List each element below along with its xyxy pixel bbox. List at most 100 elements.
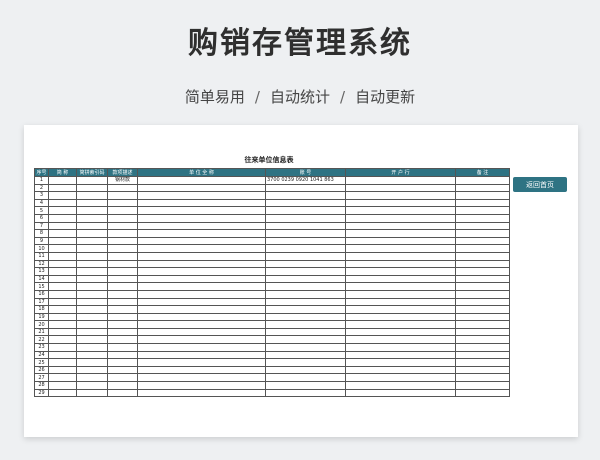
table-cell[interactable] — [107, 213, 138, 223]
table-cell[interactable] — [455, 388, 510, 398]
table-cell[interactable]: 23 — [34, 343, 49, 352]
table-cell[interactable] — [107, 350, 138, 360]
table-cell[interactable] — [455, 198, 510, 208]
table-cell[interactable] — [345, 358, 456, 367]
table-cell[interactable] — [265, 221, 346, 231]
table-cell[interactable] — [76, 176, 108, 185]
table-cell[interactable] — [48, 191, 77, 200]
table-cell[interactable] — [265, 267, 346, 276]
table-cell[interactable] — [455, 305, 510, 314]
table-cell[interactable] — [48, 350, 77, 360]
table-cell[interactable]: 9 — [34, 236, 49, 246]
table-cell[interactable]: 17 — [34, 297, 49, 307]
table-cell[interactable] — [265, 358, 346, 367]
table-cell[interactable] — [76, 251, 108, 261]
table-cell[interactable] — [48, 206, 77, 215]
table-cell[interactable] — [265, 206, 346, 215]
table-cell[interactable] — [455, 176, 510, 185]
table-cell[interactable] — [107, 388, 138, 398]
table-cell[interactable] — [345, 236, 456, 246]
table-cell[interactable]: 20 — [34, 320, 49, 329]
table-cell[interactable] — [455, 350, 510, 360]
table-cell[interactable] — [48, 274, 77, 284]
table-cell[interactable] — [265, 236, 346, 246]
table-cell[interactable]: 1 — [34, 176, 49, 185]
table-cell[interactable] — [48, 221, 77, 231]
table-cell[interactable] — [455, 183, 510, 193]
table-cell[interactable] — [107, 365, 138, 375]
table-cell[interactable]: 11 — [34, 251, 49, 261]
table-cell[interactable] — [48, 251, 77, 261]
table-cell[interactable] — [137, 335, 266, 345]
table-cell[interactable] — [345, 335, 456, 345]
table-cell[interactable] — [455, 312, 510, 322]
table-cell[interactable] — [137, 350, 266, 360]
table-cell[interactable] — [265, 388, 346, 398]
table-cell[interactable] — [265, 305, 346, 314]
table-cell[interactable]: 18 — [34, 305, 49, 314]
table-cell[interactable]: 24 — [34, 350, 49, 360]
table-cell[interactable] — [76, 373, 108, 383]
table-cell[interactable] — [76, 259, 108, 269]
table-cell[interactable] — [107, 373, 138, 383]
table-cell[interactable]: 4 — [34, 198, 49, 208]
table-cell[interactable]: 28 — [34, 381, 49, 390]
table-cell[interactable] — [48, 236, 77, 246]
table-cell[interactable] — [455, 327, 510, 337]
table-cell[interactable]: 2 — [34, 183, 49, 193]
table-cell[interactable] — [107, 267, 138, 276]
table-cell[interactable] — [76, 221, 108, 231]
table-cell[interactable] — [265, 244, 346, 253]
table-cell[interactable]: 钢材款 — [107, 176, 138, 185]
table-cell[interactable] — [76, 350, 108, 360]
table-cell[interactable] — [107, 221, 138, 231]
table-cell[interactable] — [137, 312, 266, 322]
table-cell[interactable]: 19 — [34, 312, 49, 322]
table-cell[interactable] — [137, 176, 266, 185]
table-cell[interactable] — [137, 236, 266, 246]
table-cell[interactable] — [455, 358, 510, 367]
table-cell[interactable] — [107, 289, 138, 299]
table-cell[interactable] — [345, 365, 456, 375]
table-cell[interactable] — [107, 229, 138, 238]
table-cell[interactable]: 3700 0239 0920 1041 863 — [265, 176, 346, 185]
table-cell[interactable] — [455, 236, 510, 246]
table-cell[interactable] — [265, 198, 346, 208]
table-cell[interactable] — [48, 327, 77, 337]
table-cell[interactable] — [345, 198, 456, 208]
table-cell[interactable] — [107, 320, 138, 329]
table-cell[interactable] — [265, 350, 346, 360]
table-cell[interactable] — [107, 312, 138, 322]
table-cell[interactable] — [48, 282, 77, 291]
table-cell[interactable] — [107, 305, 138, 314]
table-cell[interactable] — [76, 206, 108, 215]
table-cell[interactable] — [76, 183, 108, 193]
table-cell[interactable]: 8 — [34, 229, 49, 238]
table-cell[interactable] — [345, 206, 456, 215]
table-cell[interactable] — [455, 320, 510, 329]
table-cell[interactable] — [455, 335, 510, 345]
table-cell[interactable] — [48, 198, 77, 208]
table-cell[interactable] — [455, 221, 510, 231]
table-cell[interactable] — [137, 282, 266, 291]
table-cell[interactable] — [345, 259, 456, 269]
table-cell[interactable] — [137, 251, 266, 261]
table-cell[interactable] — [137, 320, 266, 329]
table-cell[interactable] — [265, 251, 346, 261]
table-cell[interactable] — [107, 198, 138, 208]
table-cell[interactable] — [137, 365, 266, 375]
table-cell[interactable] — [265, 365, 346, 375]
table-cell[interactable] — [107, 251, 138, 261]
table-cell[interactable] — [76, 343, 108, 352]
table-cell[interactable] — [107, 282, 138, 291]
table-cell[interactable] — [455, 274, 510, 284]
table-cell[interactable] — [137, 381, 266, 390]
table-cell[interactable] — [76, 236, 108, 246]
table-cell[interactable] — [345, 289, 456, 299]
table-cell[interactable] — [107, 274, 138, 284]
table-cell[interactable] — [48, 343, 77, 352]
table-cell[interactable] — [107, 183, 138, 193]
table-cell[interactable] — [137, 244, 266, 253]
table-cell[interactable] — [455, 206, 510, 215]
table-cell[interactable] — [107, 236, 138, 246]
